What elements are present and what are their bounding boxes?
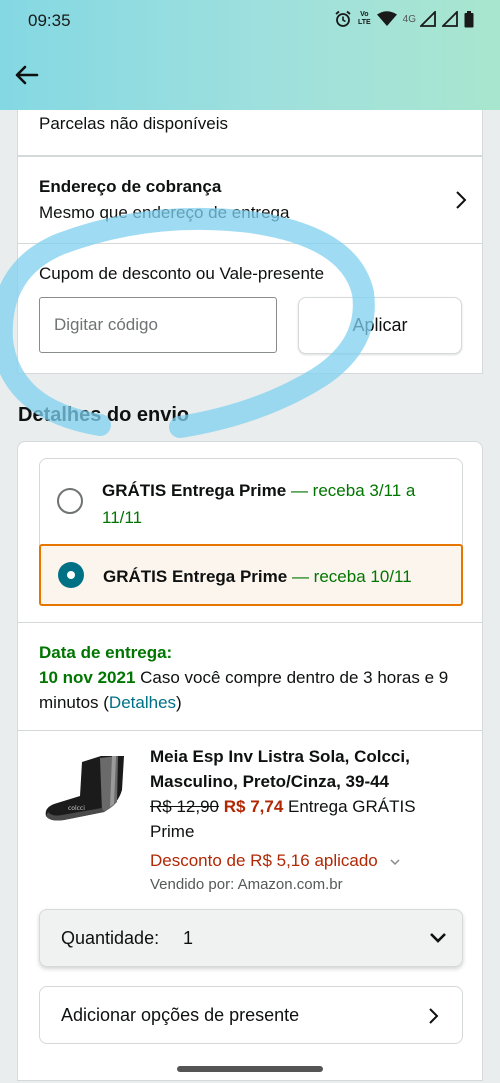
battery-icon [464, 10, 474, 27]
option-1-name: GRÁTIS Entrega Prime [102, 481, 287, 500]
wifi-icon [376, 11, 397, 26]
radio-selected[interactable] [58, 562, 84, 588]
details-close-paren: ) [176, 693, 182, 712]
gesture-nav-handle[interactable] [177, 1066, 323, 1072]
delivery-label: Data de entrega: [39, 643, 173, 662]
option-2-separator: — [287, 567, 314, 586]
radio-unselected[interactable] [57, 488, 83, 514]
shipping-option-1[interactable]: GRÁTIS Entrega Prime — receba 3/11 a 11/… [39, 458, 463, 546]
status-icons: Vo LTE 4G [334, 9, 474, 29]
installments-text: Parcelas não disponíveis [39, 114, 229, 133]
status-bar: 09:35 Vo LTE 4G [0, 0, 500, 40]
gift-options-label: Adicionar opções de presente [61, 1005, 300, 1025]
shipping-option-2[interactable]: GRÁTIS Entrega Prime — receba 10/11 [39, 544, 463, 606]
option-2-name: GRÁTIS Entrega Prime [103, 567, 288, 586]
product-info: Meia Esp Inv Listra Sola, Colcci, Mascul… [150, 744, 450, 897]
billing-address-row[interactable]: Endereço de cobrança Mesmo que endereço … [17, 156, 483, 244]
coupon-card: Cupom de desconto ou Vale-presente Aplic… [17, 243, 483, 374]
billing-title: Endereço de cobrança [39, 177, 222, 196]
back-arrow-icon[interactable] [12, 60, 42, 90]
seller-text: Vendido por: Amazon.com.br [150, 876, 343, 893]
payment-card: Parcelas não disponíveis [17, 110, 483, 156]
shipping-card: GRÁTIS Entrega Prime — receba 3/11 a 11/… [17, 441, 483, 1081]
quantity-label: Quantidade: [61, 928, 160, 948]
quantity-dropdown[interactable]: Quantidade: 1 [39, 909, 463, 967]
discount-toggle[interactable]: Desconto de R$ 5,16 aplicado [150, 848, 450, 873]
current-price: R$ 7,74 [223, 797, 284, 816]
option-2-date: receba 10/11 [313, 567, 412, 586]
product-image-sock: colcci [45, 756, 124, 821]
status-time: 09:35 [28, 11, 71, 30]
alarm-icon [335, 10, 351, 27]
network-type: 4G [402, 13, 416, 25]
svg-text:colcci: colcci [68, 805, 85, 812]
chevron-right-icon [456, 191, 467, 209]
gift-options-row[interactable]: Adicionar opções de presente [39, 986, 463, 1044]
coupon-code-input[interactable] [40, 298, 276, 352]
app-header: 09:35 Vo LTE 4G [0, 0, 500, 110]
option-1-separator: — [286, 481, 313, 500]
coupon-label: Cupom de desconto ou Vale-presente [39, 264, 325, 283]
billing-value: Mesmo que endereço de entrega [39, 203, 290, 222]
chevron-down-icon [389, 858, 400, 865]
delivery-date: 10 nov 2021 [39, 668, 136, 687]
signal-icon [420, 11, 436, 27]
divider [18, 622, 482, 623]
shipping-section-title: Detalhes do envio [18, 404, 190, 426]
chevron-down-icon [430, 933, 446, 943]
coupon-input-box[interactable] [39, 297, 277, 353]
old-price: R$ 12,90 [150, 797, 219, 816]
signal-icon-secondary [442, 11, 458, 27]
delivery-info: Data de entrega: 10 nov 2021 Caso você c… [39, 640, 464, 715]
product-name[interactable]: Meia Esp Inv Listra Sola, Colcci, Mascul… [150, 744, 450, 794]
discount-text: Desconto de R$ 5,16 aplicado [150, 851, 378, 870]
chevron-right-icon [429, 1008, 439, 1024]
quantity-value: 1 [183, 928, 194, 948]
apply-coupon-button[interactable]: Aplicar [298, 297, 462, 354]
details-link[interactable]: Detalhes [109, 693, 176, 712]
volte-icon: Vo LTE [357, 11, 371, 26]
divider [18, 730, 482, 731]
